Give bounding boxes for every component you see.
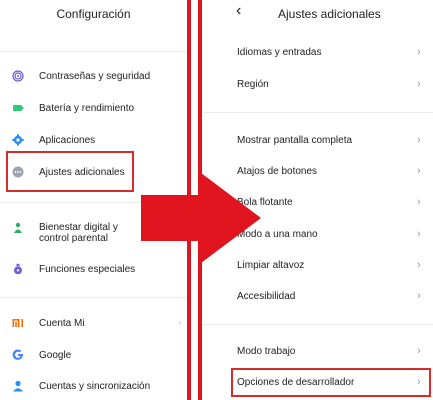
page-title: Ajustes adicionales xyxy=(278,7,381,21)
menu-item-label: Región xyxy=(237,78,269,90)
divider xyxy=(202,112,433,113)
gear-icon xyxy=(12,134,24,146)
settings-item-label: Cuenta Mi xyxy=(39,317,85,329)
wellbeing-icon xyxy=(12,222,24,234)
mi-logo-icon xyxy=(12,317,24,329)
menu-item-label: Modo trabajo xyxy=(237,345,296,357)
settings-item-label: Contraseñas y seguridad xyxy=(39,70,151,82)
divider xyxy=(202,324,433,325)
divider xyxy=(0,51,187,52)
settings-item-label: Google xyxy=(39,349,72,361)
person-icon xyxy=(12,380,24,392)
google-icon xyxy=(12,349,24,361)
highlight-box xyxy=(6,151,134,192)
menu-item-label: Accesibilidad xyxy=(237,290,296,302)
settings-item-label: Batería y rendimiento xyxy=(39,102,135,114)
chevron-right-icon: › xyxy=(417,134,421,146)
settings-item-google[interactable]: Google xyxy=(0,341,187,369)
chevron-right-icon: › xyxy=(417,78,421,90)
settings-item-apps[interactable]: Aplicaciones xyxy=(0,126,187,154)
settings-item-label: Cuentas y sincronización xyxy=(39,380,151,392)
menu-item-region[interactable]: Región › xyxy=(202,70,433,98)
chevron-right-icon: › xyxy=(417,228,421,240)
right-arrow-icon xyxy=(141,173,261,263)
back-arrow-icon[interactable]: ‹ xyxy=(236,2,241,20)
special-features-icon xyxy=(12,263,24,275)
settings-item-label: Bienestar digital y control parental xyxy=(39,222,118,244)
divider xyxy=(0,297,187,298)
menu-item-work-mode[interactable]: Modo trabajo › xyxy=(202,337,433,365)
settings-item-mi-account[interactable]: Cuenta Mi › xyxy=(0,309,187,337)
settings-item-label: Funciones especiales xyxy=(39,263,136,275)
highlight-box xyxy=(231,368,431,397)
settings-item-passwords[interactable]: Contraseñas y seguridad xyxy=(0,62,187,90)
settings-item-battery[interactable]: Batería y rendimiento xyxy=(0,94,187,122)
chevron-right-icon: › xyxy=(417,259,421,271)
chevron-right-icon: › xyxy=(417,165,421,177)
menu-item-languages[interactable]: Idiomas y entradas › xyxy=(202,38,433,66)
menu-item-fullscreen[interactable]: Mostrar pantalla completa › xyxy=(202,126,433,154)
menu-item-label: Mostrar pantalla completa xyxy=(237,134,353,146)
chevron-right-icon: › xyxy=(417,196,421,208)
battery-icon xyxy=(12,102,24,114)
fingerprint-icon xyxy=(12,70,24,82)
chevron-right-icon: › xyxy=(179,319,182,327)
settings-item-accounts-sync[interactable]: Cuentas y sincronización xyxy=(0,372,187,400)
chevron-right-icon: › xyxy=(417,345,421,357)
chevron-right-icon: › xyxy=(417,46,421,58)
page-title: Configuración xyxy=(56,7,131,21)
menu-item-accessibility[interactable]: Accesibilidad › xyxy=(202,282,433,310)
chevron-right-icon: › xyxy=(417,290,421,302)
menu-item-label: Idiomas y entradas xyxy=(237,46,322,58)
settings-item-label: Aplicaciones xyxy=(39,134,96,146)
